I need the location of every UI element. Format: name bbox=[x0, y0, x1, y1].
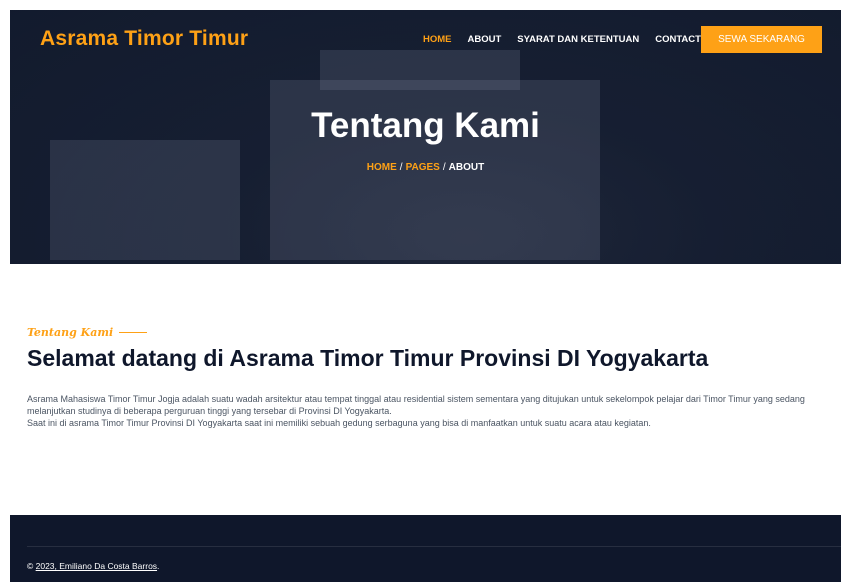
copyright-symbol: © bbox=[27, 561, 36, 571]
section-title: Selamat datang di Asrama Timor Timur Pro… bbox=[27, 345, 709, 371]
breadcrumb: HOME / PAGES / ABOUT bbox=[10, 162, 841, 173]
footer: © 2023, Emiliano Da Costa Barros. bbox=[10, 515, 841, 582]
about-paragraph: Saat ini di asrama Timor Timur Provinsi … bbox=[27, 418, 651, 428]
main-nav: HOME ABOUT SYARAT DAN KETENTUAN CONTACT bbox=[423, 34, 717, 45]
breadcrumb-home[interactable]: HOME bbox=[367, 162, 397, 173]
breadcrumb-pages[interactable]: PAGES bbox=[406, 162, 440, 173]
copyright: © 2023, Emiliano Da Costa Barros. bbox=[27, 561, 159, 571]
nav-contact[interactable]: CONTACT bbox=[655, 34, 701, 45]
breadcrumb-separator: / bbox=[399, 162, 403, 173]
page-title: Tentang Kami bbox=[311, 106, 540, 145]
footer-divider bbox=[27, 546, 841, 547]
section-tag: Tentang Kami bbox=[27, 326, 148, 339]
about-paragraph: Asrama Mahasiswa Timor Timur Jogja adala… bbox=[27, 394, 805, 416]
background-photo-side bbox=[50, 140, 240, 260]
nav-syarat-dan-ketentuan[interactable]: SYARAT DAN KETENTUAN bbox=[517, 34, 639, 45]
about-description: Asrama Mahasiswa Timor Timur Jogja adala… bbox=[27, 393, 827, 429]
copyright-link[interactable]: 2023, Emiliano Da Costa Barros bbox=[36, 561, 157, 571]
background-photo-roof bbox=[320, 50, 520, 90]
site-logo[interactable]: Asrama Timor Timur bbox=[40, 27, 248, 51]
copyright-period: . bbox=[157, 561, 160, 571]
breadcrumb-separator: / bbox=[442, 162, 446, 173]
tag-divider-line bbox=[119, 332, 148, 333]
breadcrumb-current: ABOUT bbox=[448, 162, 485, 173]
section-tag-label: Tentang Kami bbox=[27, 326, 114, 339]
nav-home[interactable]: HOME bbox=[423, 34, 452, 45]
hero-banner: Asrama Timor Timur HOME ABOUT SYARAT DAN… bbox=[10, 10, 841, 264]
nav-about[interactable]: ABOUT bbox=[468, 34, 502, 45]
sewa-sekarang-button[interactable]: SEWA SEKARANG bbox=[701, 26, 822, 53]
